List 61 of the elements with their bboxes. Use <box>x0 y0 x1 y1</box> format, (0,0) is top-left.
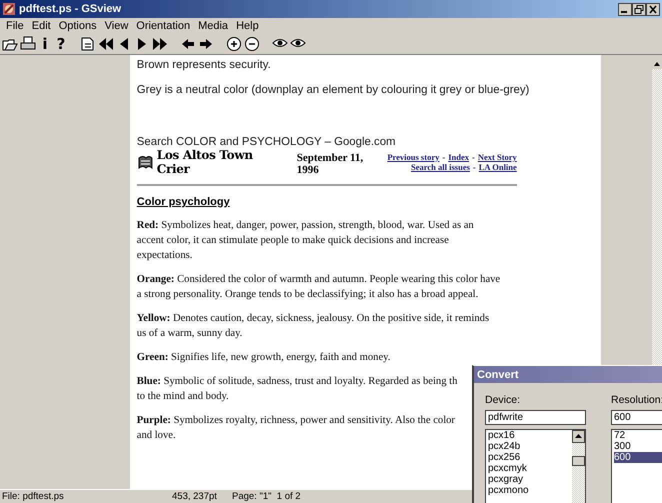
list-item[interactable]: 72 <box>614 430 662 441</box>
text-line: Grey is a neutral color (downplay an element by colouring it grey or blue-grey) <box>136 84 530 96</box>
section-heading: Color psychology <box>136 196 230 208</box>
paragraph: Yellow: Denotes caution, decay, sickness, jealousy. On the positive side, it reminds us of a warm, sunny day. <box>136 312 490 341</box>
window-title: pdftest.ps - GSview <box>19 3 122 15</box>
paragraph: Blue: Symbolic of solitude, sadness, trust and loyalty. Regarded as being th to the mind and body. <box>136 375 458 404</box>
toolbar-button[interactable]: i <box>38 35 52 53</box>
app-icon <box>2 2 16 16</box>
restore-button[interactable] <box>632 2 646 16</box>
zoom-out-icon[interactable] <box>244 36 260 52</box>
menu-item[interactable]: Orientation <box>132 20 194 32</box>
story-link[interactable]: Index <box>448 152 469 162</box>
paragraph: Green: Signifies life, new growth, energy, faith and money. <box>136 351 390 365</box>
newspaper-logo: Los Altos Town Crier <box>156 148 254 176</box>
list-item[interactable]: pcx256 <box>488 452 572 463</box>
list-item[interactable]: pcxmono <box>488 485 572 496</box>
status-text: 453, 237pt <box>172 491 218 502</box>
menu-item[interactable]: Options <box>54 20 101 32</box>
close-button[interactable] <box>646 2 660 16</box>
list-item[interactable]: 300 <box>614 441 662 452</box>
resolution-field[interactable]: 600 <box>611 410 662 425</box>
text-line: Brown represents security. <box>136 59 272 71</box>
menu-item[interactable]: Help <box>232 20 263 32</box>
link-separator: - <box>472 152 475 162</box>
story-link[interactable]: Previous story <box>387 152 440 162</box>
scroll-thumb[interactable] <box>572 456 585 466</box>
paragraph: Purple: Symbolizes royalty, richness, power and sensitivity. Also the color and love. <box>136 414 455 443</box>
story-link[interactable]: Search all issues <box>411 162 470 172</box>
list-item[interactable]: pcx24b <box>488 441 572 452</box>
list-item[interactable]: 600 <box>614 452 662 463</box>
paragraph: Red: Symbolizes heat, danger, power, passion, strength, blood, war. Used as an accent color, it can stimulate people to make quick decisions and increase expectations. <box>136 219 474 263</box>
status-text: File: pdftest.ps <box>1 491 65 502</box>
story-link[interactable]: LA Online <box>478 162 517 172</box>
menu-item[interactable]: Media <box>194 20 232 32</box>
menu-item[interactable]: Edit <box>28 20 55 32</box>
back-icon[interactable] <box>180 36 196 52</box>
forward-icon[interactable] <box>198 36 214 52</box>
list-item[interactable]: pcxgray <box>488 474 572 485</box>
zoom-in-icon[interactable] <box>226 36 242 52</box>
device-field[interactable]: pdfwrite <box>485 410 586 425</box>
link-separator: - <box>442 152 446 162</box>
menu-item[interactable]: View <box>100 20 132 32</box>
paragraph: Orange: Considered the color of warmth and autumn. People wearing this color have a strong personality. Orange tends to be declassifying; it also has a broad appeal. <box>136 273 500 302</box>
status-text: Page: "1" 1 of 2 <box>232 491 301 502</box>
field-label: Device: <box>485 393 522 406</box>
date-text: September 11, 1996 <box>296 152 364 176</box>
minimize-button[interactable] <box>618 2 632 16</box>
link-separator: - <box>472 162 476 172</box>
last-page-icon[interactable] <box>152 36 168 52</box>
text-line: Search COLOR and PSYCHOLOGY – Google.com <box>136 136 397 148</box>
story-link[interactable]: Next Story <box>478 152 517 162</box>
toolbar-button[interactable]: ? <box>54 35 68 53</box>
scroll-up-icon[interactable] <box>572 430 585 443</box>
print-icon[interactable] <box>20 36 36 52</box>
crest-icon <box>136 155 153 169</box>
first-page-icon[interactable] <box>98 36 114 52</box>
document-icon[interactable] <box>80 36 96 52</box>
list-item[interactable]: pcxcmyk <box>488 463 572 474</box>
dialog-title: Convert <box>474 366 662 383</box>
menu-item[interactable]: File <box>2 20 28 32</box>
list-item[interactable]: pcx16 <box>488 430 572 441</box>
